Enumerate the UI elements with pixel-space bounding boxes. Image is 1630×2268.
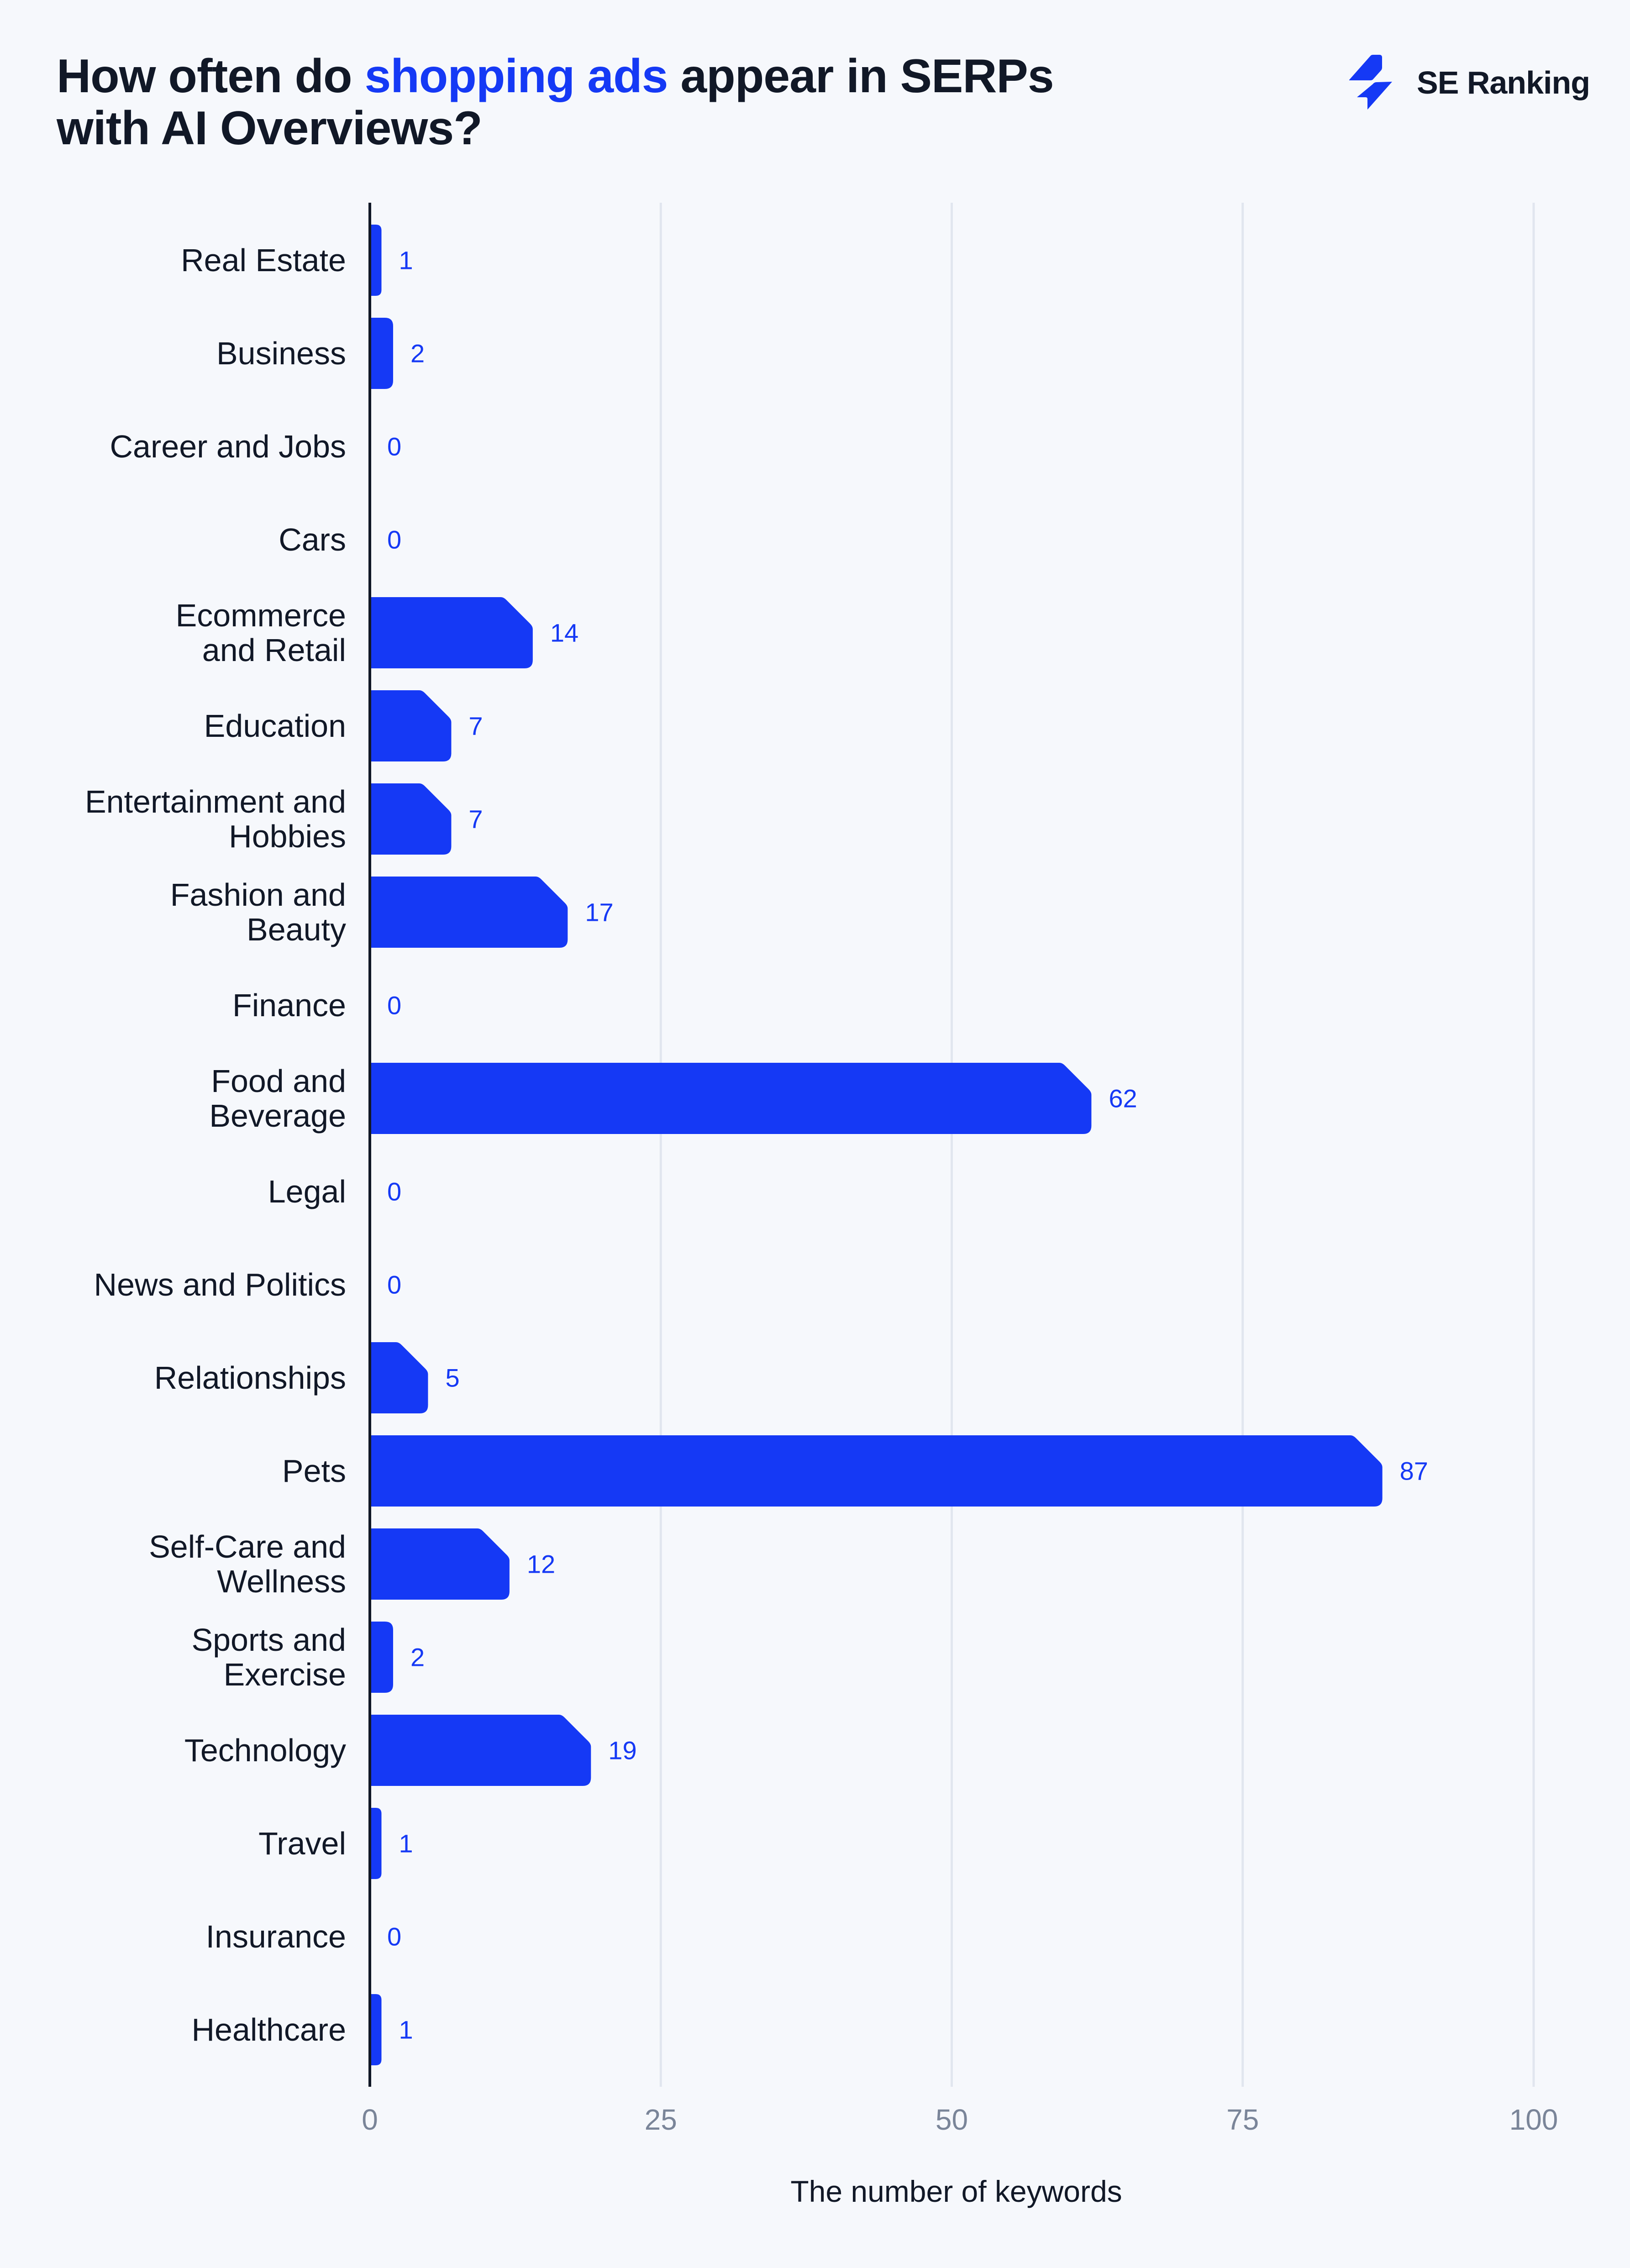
x-tick-label: 25 xyxy=(645,2103,677,2136)
category-label: Food and Beverage xyxy=(209,1063,346,1134)
value-label: 0 xyxy=(387,1177,401,1206)
category-label: Real Estate xyxy=(181,242,346,278)
value-label: 0 xyxy=(387,991,401,1020)
category-label-line: Food and xyxy=(211,1063,346,1099)
category-label-line: Finance xyxy=(232,987,346,1023)
value-label: 7 xyxy=(468,805,483,834)
category-label-line: Wellness xyxy=(217,1564,346,1599)
category-label-line: Ecommerce xyxy=(176,598,346,633)
value-label: 5 xyxy=(445,1364,459,1392)
bar-12 xyxy=(370,1342,428,1413)
value-label: 2 xyxy=(410,339,425,368)
category-label-line: Exercise xyxy=(224,1657,346,1692)
category-label-line: Sports and xyxy=(191,1622,346,1658)
category-label-line: Self-Care and xyxy=(149,1529,346,1564)
category-label-line: Relationships xyxy=(154,1360,346,1396)
bar-4 xyxy=(370,597,533,668)
bar-0 xyxy=(370,225,382,296)
bar-14 xyxy=(370,1528,510,1600)
category-label: Education xyxy=(204,708,346,744)
category-label-line: Hobbies xyxy=(229,819,346,854)
category-label-line: Pets xyxy=(282,1453,346,1489)
value-label: 1 xyxy=(399,1829,413,1858)
gridlines xyxy=(659,203,1535,2087)
category-label: Relationships xyxy=(154,1360,346,1396)
value-label: 1 xyxy=(399,2016,413,2044)
bar-19 xyxy=(370,1994,382,2065)
category-label: Healthcare xyxy=(191,2012,346,2047)
category-labels: Real Estate Business Career and Jobs Cars Ec… xyxy=(85,242,346,2047)
value-label: 12 xyxy=(527,1550,555,1579)
value-label: 0 xyxy=(387,1270,401,1299)
bar-1 xyxy=(370,318,393,389)
category-label: News and Politics xyxy=(94,1267,346,1302)
value-label: 87 xyxy=(1400,1457,1428,1486)
category-label-line: and Retail xyxy=(202,632,346,668)
category-label-line: News and Politics xyxy=(94,1267,346,1302)
category-label: Self-Care and Wellness xyxy=(149,1529,346,1599)
value-label: 17 xyxy=(585,898,613,927)
value-label: 7 xyxy=(468,712,483,740)
value-label: 2 xyxy=(410,1643,425,1672)
category-label-line: Cars xyxy=(279,522,346,557)
category-label-line: Education xyxy=(204,708,346,744)
x-tick-label: 0 xyxy=(362,2103,378,2136)
category-label: Sports and Exercise xyxy=(191,1622,346,1692)
category-label-line: Insurance xyxy=(206,1919,346,1954)
category-label-line: Entertainment and xyxy=(85,784,346,819)
category-label-line: Travel xyxy=(258,1826,346,1861)
category-label: Insurance xyxy=(206,1919,346,1954)
value-label: 0 xyxy=(387,525,401,554)
x-tick-labels: 0 25 50 75 100 xyxy=(362,2103,1558,2136)
bar-chart: Real Estate Business Career and Jobs Cars Ec… xyxy=(85,203,1558,2208)
x-tick-label: 75 xyxy=(1226,2103,1259,2136)
bars xyxy=(370,225,1383,2065)
bar-16 xyxy=(370,1715,591,1786)
category-label: Fashion and Beauty xyxy=(170,877,346,947)
category-label: Technology xyxy=(184,1732,346,1768)
category-label-line: Healthcare xyxy=(191,2012,346,2047)
category-label-line: Beauty xyxy=(247,912,346,947)
bar-6 xyxy=(370,783,452,855)
value-label: 1 xyxy=(399,246,413,275)
category-label: Business xyxy=(216,336,346,371)
value-label: 14 xyxy=(550,619,578,647)
value-label: 19 xyxy=(608,1736,636,1765)
category-label: Career and Jobs xyxy=(110,429,346,464)
x-axis-title: The number of keywords xyxy=(790,2174,1122,2208)
category-label: Cars xyxy=(279,522,346,557)
bar-7 xyxy=(370,877,568,948)
category-label-line: Real Estate xyxy=(181,242,346,278)
bar-15 xyxy=(370,1622,393,1693)
value-label: 0 xyxy=(387,1922,401,1951)
category-label: Finance xyxy=(232,987,346,1023)
bar-5 xyxy=(370,690,452,761)
category-label: Entertainment and Hobbies xyxy=(85,784,346,854)
bar-9 xyxy=(370,1063,1092,1134)
category-label-line: Legal xyxy=(268,1174,346,1209)
category-label-line: Career and Jobs xyxy=(110,429,346,464)
category-label-line: Beverage xyxy=(209,1098,346,1134)
value-label: 62 xyxy=(1109,1084,1137,1113)
category-label-line: Technology xyxy=(184,1732,346,1768)
x-tick-label: 50 xyxy=(936,2103,968,2136)
bar-13 xyxy=(370,1435,1383,1507)
category-label: Travel xyxy=(258,1826,346,1861)
category-label: Ecommerce and Retail xyxy=(176,598,346,668)
category-label-line: Fashion and xyxy=(170,877,346,913)
bar-17 xyxy=(370,1808,382,1879)
value-label: 0 xyxy=(387,432,401,461)
category-label-line: Business xyxy=(216,336,346,371)
category-label: Legal xyxy=(268,1174,346,1209)
x-tick-label: 100 xyxy=(1509,2103,1558,2136)
category-label: Pets xyxy=(282,1453,346,1489)
